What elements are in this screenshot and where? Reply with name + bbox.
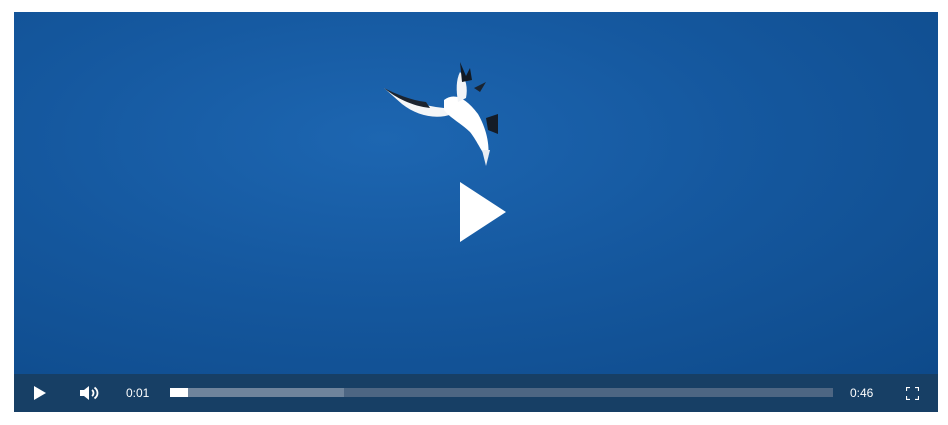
- play-button[interactable]: [28, 374, 52, 412]
- progress-bar[interactable]: [170, 388, 833, 397]
- fullscreen-icon: [905, 386, 919, 400]
- gannet-bird-image: [384, 62, 498, 166]
- current-time: 0:01: [126, 386, 150, 400]
- progress-played: [170, 388, 188, 397]
- play-icon: [34, 386, 46, 400]
- fullscreen-button[interactable]: [900, 374, 924, 412]
- video-player[interactable]: 0:01 0:46: [14, 12, 938, 412]
- volume-icon: [80, 386, 99, 400]
- video-frame[interactable]: [14, 12, 938, 374]
- volume-button[interactable]: [78, 374, 102, 412]
- progress-buffered: [170, 388, 345, 397]
- big-play-icon[interactable]: [458, 180, 508, 244]
- duration-time: 0:46: [850, 386, 874, 400]
- control-bar: 0:01 0:46: [14, 374, 938, 412]
